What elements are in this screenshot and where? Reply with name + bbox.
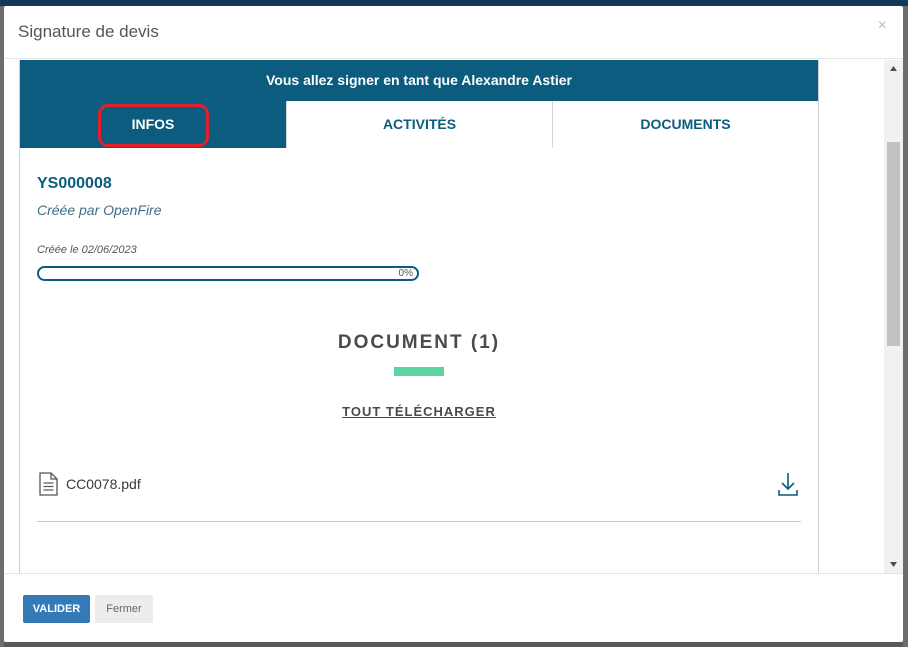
tab-infos-label: INFOS (131, 116, 175, 132)
close-button[interactable]: Fermer (95, 595, 153, 623)
tab-documents[interactable]: DOCUMENTS (552, 101, 818, 148)
download-icon[interactable] (777, 470, 799, 498)
tab-documents-label: DOCUMENTS (640, 116, 731, 132)
quote-creator: Créée par OpenFire (37, 202, 162, 218)
modal-scrollbar[interactable] (884, 60, 903, 573)
tab-activites[interactable]: ACTIVITÉS (286, 101, 552, 148)
validate-button[interactable]: VALIDER (23, 595, 90, 623)
quote-reference: YS000008 (37, 175, 112, 192)
document-heading: DOCUMENT (1) (337, 332, 501, 353)
scroll-up-arrow-icon[interactable] (884, 64, 903, 74)
tab-activites-label: ACTIVITÉS (382, 116, 457, 132)
signer-banner: Vous allez signer en tant que Alexandre … (20, 60, 818, 101)
progress-label: 0% (398, 268, 413, 279)
modal-title: Signature de devis (18, 22, 159, 41)
heading-accent-bar (394, 367, 444, 376)
modal-footer: VALIDER Fermer (4, 573, 903, 642)
quote-created-date: Créée le 02/06/2023 (37, 244, 137, 256)
scrollbar-thumb[interactable] (887, 142, 900, 346)
background-app-right (903, 6, 908, 647)
signature-progress-bar: 0% (37, 266, 419, 281)
signing-frame: Vous allez signer en tant que Alexandre … (19, 60, 819, 573)
download-all-link[interactable]: TOUT TÉLÉCHARGER (342, 404, 496, 419)
close-icon[interactable]: × (878, 18, 887, 34)
signature-modal: Signature de devis × Vous allez signer e… (4, 6, 903, 642)
download-all-container: TOUT TÉLÉCHARGER (20, 404, 818, 419)
document-row: CC0078.pdf (37, 470, 801, 522)
tab-infos[interactable]: INFOS (20, 101, 286, 148)
modal-header: Signature de devis × (4, 6, 903, 59)
document-file-name[interactable]: CC0078.pdf (66, 476, 141, 492)
file-text-icon (39, 472, 58, 496)
modal-body: Vous allez signer en tant que Alexandre … (4, 60, 903, 573)
scroll-down-arrow-icon[interactable] (884, 559, 903, 569)
tab-bar: INFOS ACTIVITÉS DOCUMENTS (20, 101, 818, 148)
